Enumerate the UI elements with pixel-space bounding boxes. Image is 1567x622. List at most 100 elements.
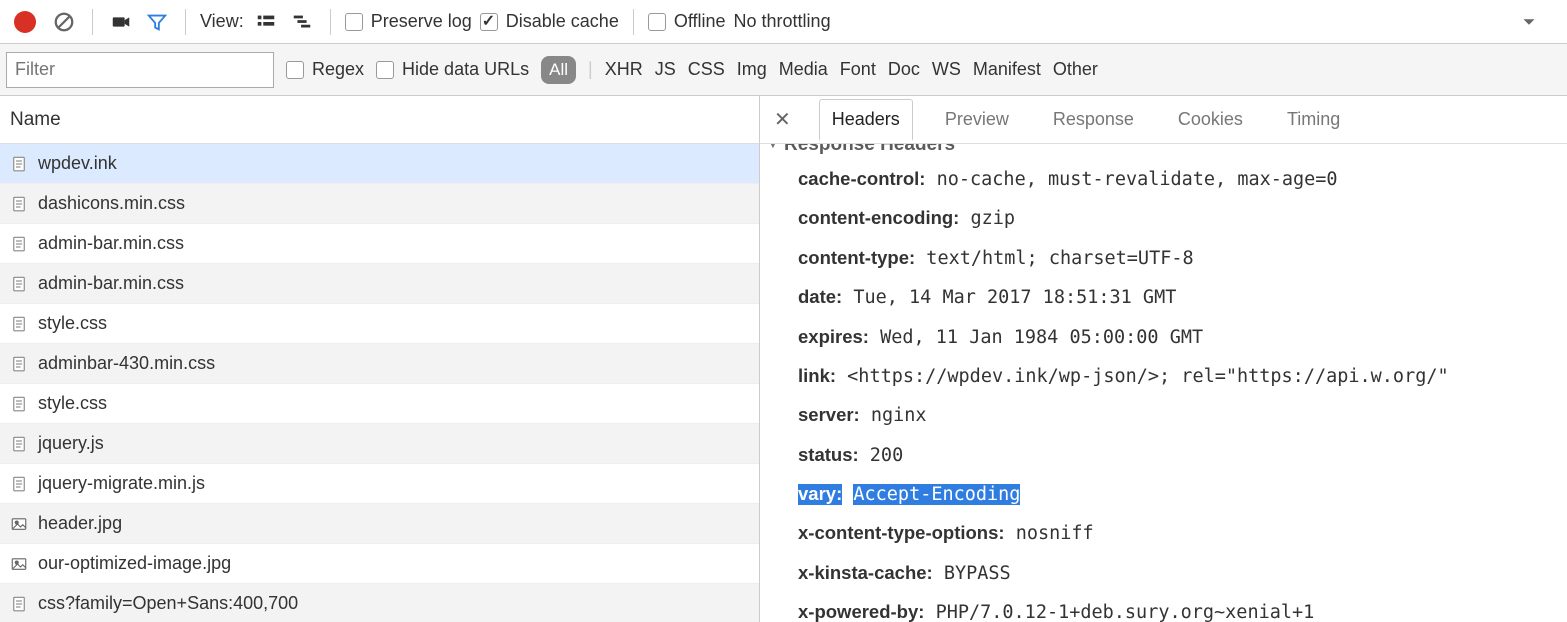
filter-type-xhr[interactable]: XHR: [605, 59, 643, 80]
preserve-log-label: Preserve log: [371, 11, 472, 32]
header-line[interactable]: content-encoding: gzip: [766, 199, 1561, 238]
tab-response[interactable]: Response: [1041, 100, 1146, 139]
tab-preview[interactable]: Preview: [933, 100, 1021, 139]
network-row[interactable]: our-optimized-image.jpg: [0, 544, 759, 584]
network-row-name: style.css: [38, 313, 107, 334]
regex-label: Regex: [312, 59, 364, 80]
checkbox-icon: [480, 13, 498, 31]
divider: [185, 9, 186, 35]
view-label: View:: [200, 11, 244, 32]
network-row[interactable]: dashicons.min.css: [0, 184, 759, 224]
header-line[interactable]: x-powered-by: PHP/7.0.12-1+deb.sury.org~…: [766, 593, 1561, 622]
network-request-list: Name wpdev.ink dashicons.min.css admin-bar…: [0, 96, 760, 622]
network-row-name: dashicons.min.css: [38, 193, 185, 214]
network-row[interactable]: admin-bar.min.css: [0, 264, 759, 304]
network-row-name: header.jpg: [38, 513, 122, 534]
disclosure-triangle-icon: ▼: [766, 144, 780, 151]
header-line[interactable]: content-type: text/html; charset=UTF-8: [766, 239, 1561, 278]
regex-checkbox[interactable]: Regex: [286, 59, 364, 80]
header-line[interactable]: cache-control: no-cache, must-revalidate…: [766, 160, 1561, 199]
header-line[interactable]: expires: Wed, 11 Jan 1984 05:00:00 GMT: [766, 318, 1561, 357]
network-row-name: admin-bar.min.css: [38, 233, 184, 254]
header-line[interactable]: x-kinsta-cache: BYPASS: [766, 554, 1561, 593]
filter-type-doc[interactable]: Doc: [888, 59, 920, 80]
header-line[interactable]: server: nginx: [766, 396, 1561, 435]
document-file-icon: [10, 315, 28, 333]
tab-headers[interactable]: Headers: [819, 99, 913, 141]
network-row-name: style.css: [38, 393, 107, 414]
network-row[interactable]: adminbar-430.min.css: [0, 344, 759, 384]
record-button[interactable]: [14, 11, 36, 33]
clear-icon[interactable]: [50, 8, 78, 36]
response-headers-title: Response Headers: [784, 144, 955, 155]
filter-type-media[interactable]: Media: [779, 59, 828, 80]
filter-input[interactable]: [6, 52, 274, 88]
chevron-down-icon[interactable]: [1515, 8, 1543, 36]
network-row-name: our-optimized-image.jpg: [38, 553, 231, 574]
network-row[interactable]: wpdev.ink: [0, 144, 759, 184]
checkbox-icon: [286, 61, 304, 79]
network-row-name: css?family=Open+Sans:400,700: [38, 593, 298, 614]
document-file-icon: [10, 155, 28, 173]
offline-label: Offline: [674, 11, 726, 32]
filter-type-all[interactable]: All: [541, 56, 576, 84]
network-row-name: wpdev.ink: [38, 153, 117, 174]
filter-type-font[interactable]: Font: [840, 59, 876, 80]
filter-type-ws[interactable]: WS: [932, 59, 961, 80]
filter-funnel-icon[interactable]: [143, 8, 171, 36]
tab-timing[interactable]: Timing: [1275, 100, 1352, 139]
filter-type-js[interactable]: JS: [655, 59, 676, 80]
filter-type-css[interactable]: CSS: [688, 59, 725, 80]
disable-cache-checkbox[interactable]: Disable cache: [480, 11, 619, 32]
image-file-icon: [10, 515, 28, 533]
network-row[interactable]: admin-bar.min.css: [0, 224, 759, 264]
document-file-icon: [10, 595, 28, 613]
network-rows-container: wpdev.ink dashicons.min.css admin-bar.min.…: [0, 144, 759, 622]
network-row[interactable]: css?family=Open+Sans:400,700: [0, 584, 759, 622]
header-line[interactable]: date: Tue, 14 Mar 2017 18:51:31 GMT: [766, 278, 1561, 317]
document-file-icon: [10, 275, 28, 293]
column-header-name[interactable]: Name: [0, 96, 759, 144]
network-toolbar: View: Preserve log Disable cache Offline…: [0, 0, 1567, 44]
tab-cookies[interactable]: Cookies: [1166, 100, 1255, 139]
filter-type-img[interactable]: Img: [737, 59, 767, 80]
checkbox-icon: [345, 13, 363, 31]
document-file-icon: [10, 195, 28, 213]
close-icon[interactable]: ✕: [766, 107, 799, 132]
offline-checkbox[interactable]: Offline: [648, 11, 726, 32]
filter-type-other[interactable]: Other: [1053, 59, 1098, 80]
network-row-name: jquery.js: [38, 433, 104, 454]
throttling-select[interactable]: No throttling: [734, 11, 831, 32]
image-file-icon: [10, 555, 28, 573]
document-file-icon: [10, 395, 28, 413]
document-file-icon: [10, 235, 28, 253]
network-row[interactable]: style.css: [0, 304, 759, 344]
response-headers-section[interactable]: ▼ Response Headers: [766, 144, 1561, 160]
header-line[interactable]: status: 200: [766, 436, 1561, 475]
network-row[interactable]: header.jpg: [0, 504, 759, 544]
hide-data-urls-label: Hide data URLs: [402, 59, 529, 80]
header-line[interactable]: link: <https://wpdev.ink/wp-json/>; rel=…: [766, 357, 1561, 396]
disable-cache-label: Disable cache: [506, 11, 619, 32]
document-file-icon: [10, 475, 28, 493]
network-row[interactable]: style.css: [0, 384, 759, 424]
checkbox-icon: [376, 61, 394, 79]
checkbox-icon: [648, 13, 666, 31]
network-row[interactable]: jquery.js: [0, 424, 759, 464]
request-details-pane: ✕ Headers Preview Response Cookies Timin…: [760, 96, 1567, 622]
filter-type-manifest[interactable]: Manifest: [973, 59, 1041, 80]
network-row-name: jquery-migrate.min.js: [38, 473, 205, 494]
header-line[interactable]: x-content-type-options: nosniff: [766, 514, 1561, 553]
waterfall-icon[interactable]: [288, 8, 316, 36]
preserve-log-checkbox[interactable]: Preserve log: [345, 11, 472, 32]
network-row[interactable]: jquery-migrate.min.js: [0, 464, 759, 504]
large-rows-icon[interactable]: [252, 8, 280, 36]
document-file-icon: [10, 435, 28, 453]
camera-icon[interactable]: [107, 8, 135, 36]
header-line[interactable]: vary: Accept-Encoding: [766, 475, 1561, 514]
divider: |: [588, 59, 593, 80]
hide-data-urls-checkbox[interactable]: Hide data URLs: [376, 59, 529, 80]
divider: [633, 9, 634, 35]
network-row-name: adminbar-430.min.css: [38, 353, 215, 374]
divider: [330, 9, 331, 35]
